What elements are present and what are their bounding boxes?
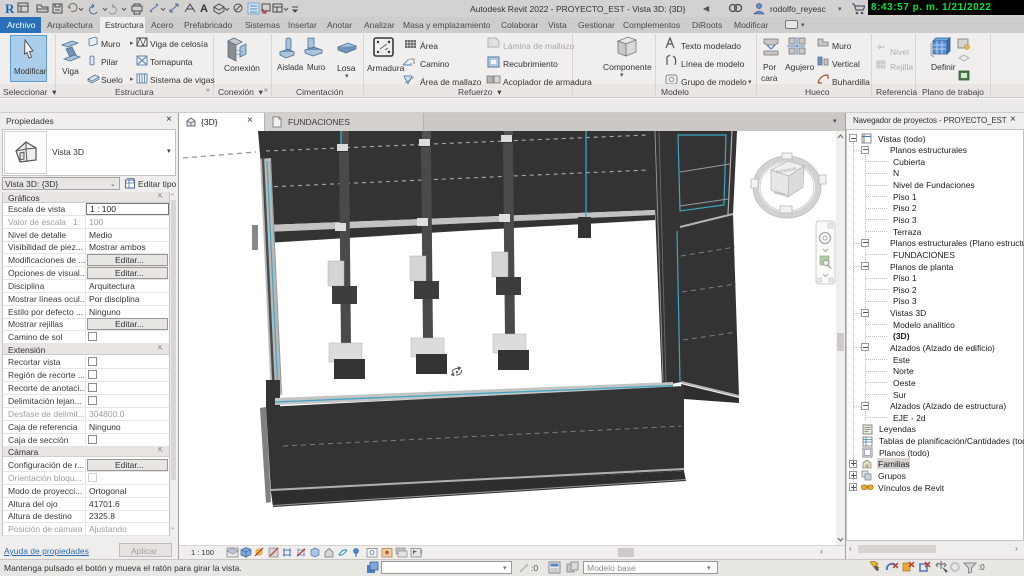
svg-text:A: A [200,3,208,15]
svg-text::0: :0 [978,563,985,572]
